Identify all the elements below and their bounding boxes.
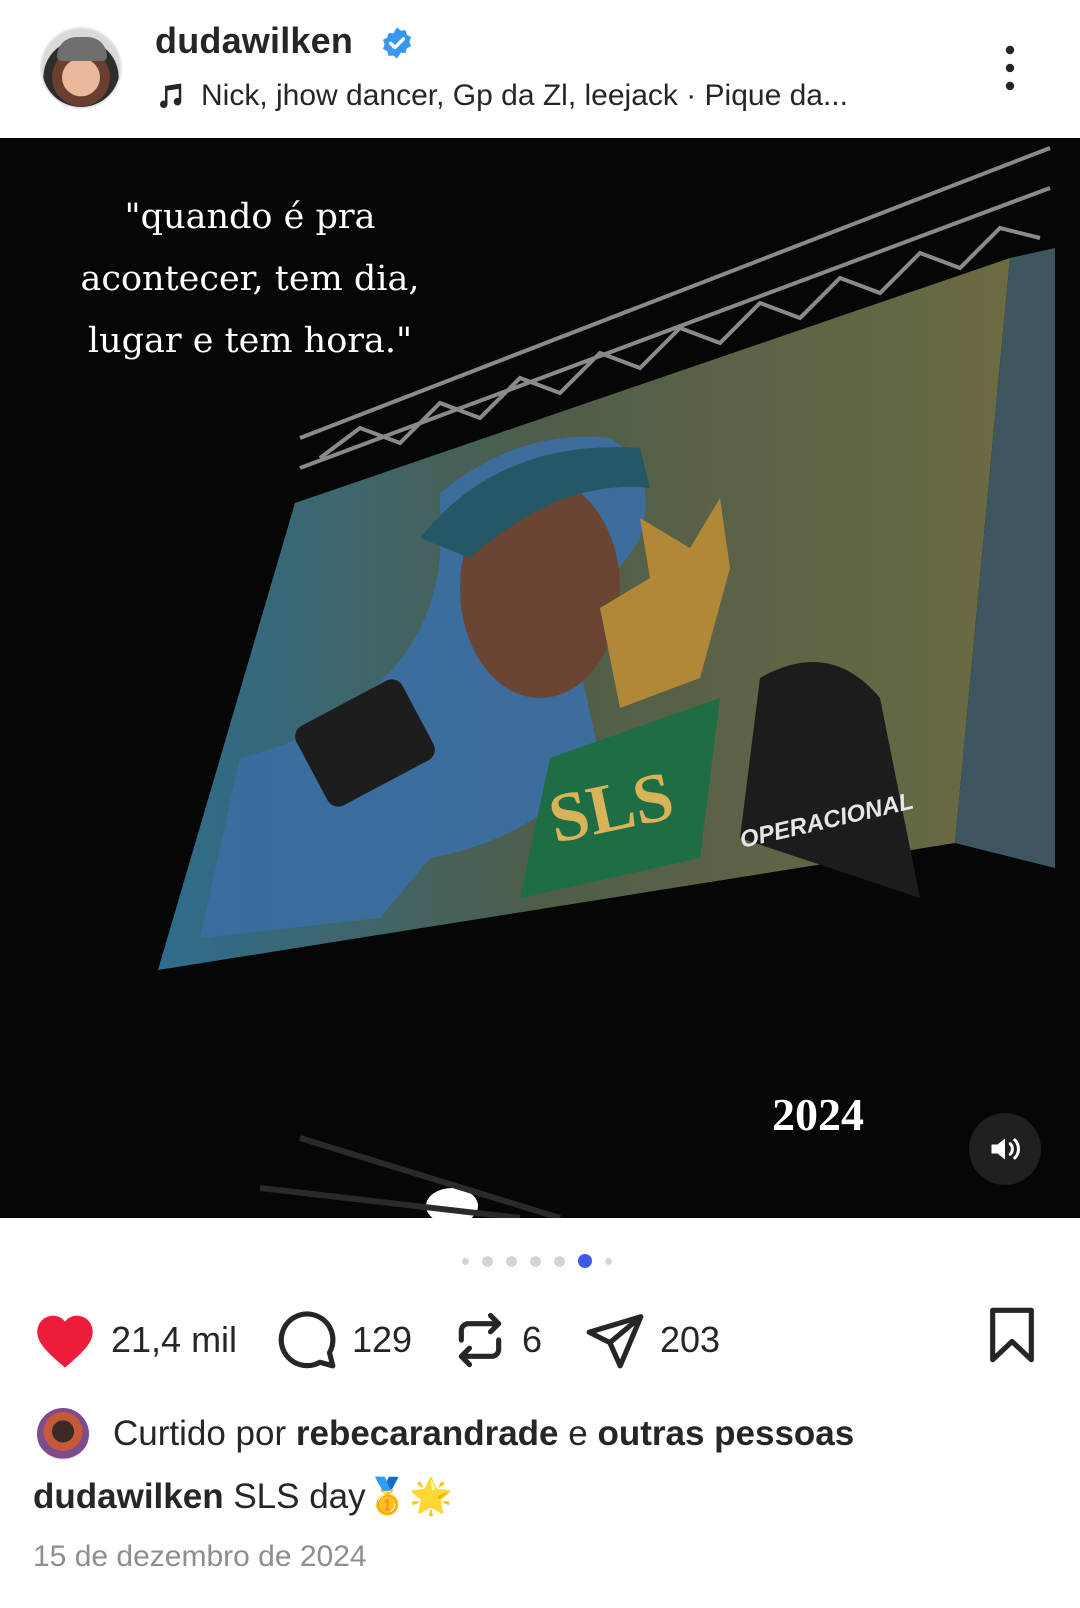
- carousel-dot-active: [578, 1254, 592, 1268]
- heart-icon: [37, 1315, 93, 1368]
- carousel-dot: [482, 1255, 493, 1267]
- music-label: Nick, jhow dancer, Gp da Zl, leejack · P…: [201, 79, 848, 112]
- share-count: 203: [660, 1319, 721, 1360]
- caption-text: SLS day🥇🌟: [233, 1477, 453, 1516]
- comment-bubble-icon: [278, 1311, 336, 1369]
- comment-count: 129: [352, 1319, 413, 1360]
- liker-avatar[interactable]: [37, 1408, 89, 1460]
- action-bar: 21,4 mil 129 6 203: [0, 1300, 1080, 1380]
- quote-line: "quando é pra: [124, 197, 376, 237]
- year-overlay: 2024: [772, 1089, 864, 1140]
- sound-toggle-button[interactable]: [969, 1113, 1041, 1185]
- comment-button[interactable]: 129: [276, 1300, 412, 1380]
- verified-badge-icon: [382, 27, 412, 59]
- carousel-dot: [605, 1257, 612, 1265]
- repost-button[interactable]: 6: [452, 1300, 542, 1380]
- quote-line: acontecer, tem dia,: [80, 259, 420, 299]
- liked-by-prefix: Curtido por: [113, 1414, 287, 1453]
- post-media[interactable]: SLS OPERACIONAL "quando é pra acontecer,…: [0, 138, 1080, 1218]
- bookmark-icon[interactable]: [986, 1306, 1038, 1364]
- carousel-dot: [554, 1255, 565, 1267]
- profile-avatar[interactable]: [40, 27, 122, 109]
- like-count: 21,4 mil: [111, 1319, 238, 1360]
- liked-by-joiner: e: [568, 1414, 588, 1453]
- speaker-icon: [991, 1138, 1020, 1160]
- caption-username[interactable]: dudawilken: [33, 1477, 224, 1516]
- like-button[interactable]: 21,4 mil: [33, 1300, 237, 1380]
- music-attribution[interactable]: Nick, jhow dancer, Gp da Zl, leejack · P…: [155, 76, 848, 116]
- music-note-icon: [160, 83, 182, 109]
- more-options-icon[interactable]: [996, 42, 1024, 94]
- post-header: dudawilken Nick, jhow dancer, Gp da Zl, …: [0, 0, 1080, 138]
- carousel-dot: [530, 1255, 541, 1267]
- repost-count: 6: [522, 1319, 543, 1360]
- send-icon: [586, 1314, 644, 1369]
- carousel-indicator: [462, 1254, 612, 1268]
- quote-line: lugar e tem hora.": [87, 321, 413, 361]
- liked-by-user[interactable]: rebecarandrade: [296, 1414, 559, 1454]
- post-caption: dudawilken SLS day🥇🌟: [33, 1476, 453, 1517]
- post-date: 15 de dezembro de 2024: [33, 1540, 367, 1573]
- quote-overlay: "quando é pra acontecer, tem dia, lugar …: [40, 186, 460, 372]
- repost-icon: [458, 1312, 502, 1368]
- carousel-dot: [506, 1255, 517, 1267]
- share-button[interactable]: 203: [584, 1300, 720, 1380]
- liked-by-others[interactable]: outras pessoas: [597, 1414, 854, 1454]
- post-username[interactable]: dudawilken: [155, 20, 353, 62]
- carousel-dot: [462, 1257, 469, 1265]
- liked-by-row[interactable]: Curtido por rebecarandrade e outras pess…: [37, 1406, 854, 1462]
